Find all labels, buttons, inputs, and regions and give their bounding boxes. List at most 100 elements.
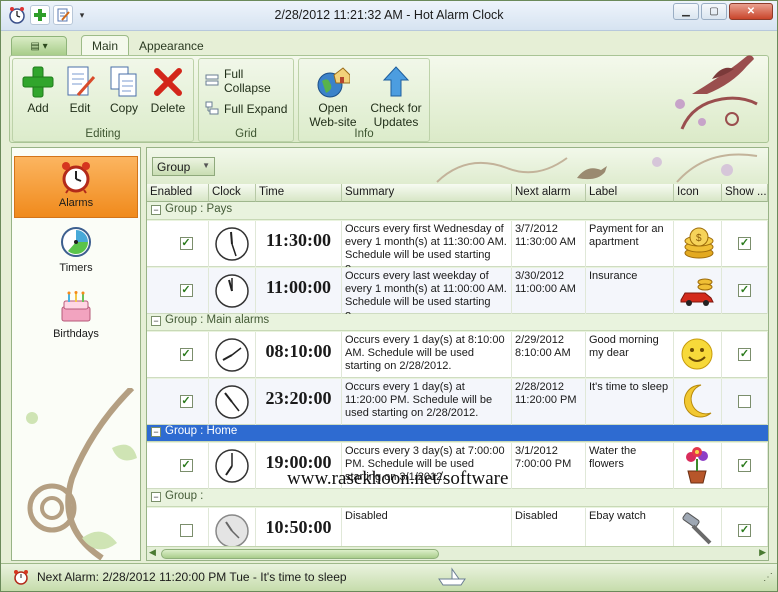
enabled-cell[interactable]: ✓ [164, 268, 209, 314]
column-header-time[interactable]: Time [256, 184, 342, 202]
collapse-toggle-icon[interactable]: − [151, 427, 161, 437]
minimize-button[interactable]: ▁ [673, 3, 699, 20]
ribbon: Add Edit Copy Delete Editing Full Collap… [9, 55, 769, 143]
enabled-checkbox[interactable]: ✓ [179, 237, 193, 250]
nav-item-timers[interactable]: Timers [14, 222, 138, 284]
column-header-label[interactable]: Label [586, 184, 674, 202]
enabled-checkbox[interactable]: ✓ [179, 284, 193, 297]
summary-cell: Occurs every first Wednesday of every 1 … [342, 221, 512, 267]
enabled-cell[interactable]: ✓ [164, 443, 209, 489]
show-checkbox[interactable]: ✓ [738, 284, 751, 297]
analog-clock-icon [215, 227, 249, 261]
group-row-unnamed[interactable]: − Group : [147, 490, 768, 507]
next-alarm-cell: 3/1/2012 7:00:00 PM [512, 443, 586, 489]
application-menu-button[interactable]: ▤ ▾ [11, 36, 67, 56]
status-text: Next Alarm: 2/28/2012 11:20:00 PM Tue - … [37, 570, 347, 584]
nav-item-alarms[interactable]: Alarms [14, 156, 138, 218]
group-row-main-alarms[interactable]: − Group : Main alarms [147, 314, 768, 331]
time-cell: 11:00:00 [256, 268, 342, 314]
grid-group: Full Collapse Full Expand Grid [198, 58, 294, 142]
collapse-toggle-icon[interactable]: − [151, 492, 161, 502]
collapse-icon [205, 73, 219, 90]
column-header-next-alarm[interactable]: Next alarm [512, 184, 586, 202]
column-header-icon[interactable]: Icon [674, 184, 722, 202]
enabled-checkbox[interactable]: ✓ [179, 459, 193, 472]
enabled-cell[interactable]: ✓ [164, 332, 209, 378]
delete-x-icon [143, 63, 193, 101]
status-alarm-icon [13, 569, 29, 588]
show-checkbox[interactable]: ✓ [738, 348, 751, 361]
edit-button[interactable]: Edit [55, 63, 105, 115]
icon-cell [674, 379, 722, 425]
show-checkbox[interactable]: ✓ [738, 459, 751, 472]
column-header-summary[interactable]: Summary [342, 184, 512, 202]
scrollbar-thumb[interactable] [161, 549, 439, 559]
sun-smile-icon [681, 338, 713, 370]
show-checkbox[interactable]: ✓ [738, 237, 751, 250]
resize-grip-icon[interactable]: ⋰ [763, 572, 773, 583]
analog-clock-icon [215, 449, 249, 483]
enabled-checkbox[interactable]: ✓ [179, 395, 193, 408]
show-cell[interactable]: ✓ [722, 268, 768, 314]
enabled-checkbox[interactable]: ✓ [179, 348, 193, 361]
column-header-clock[interactable]: Clock [209, 184, 256, 202]
label-cell: Insurance [586, 268, 674, 314]
check-updates-button[interactable]: Check for Updates [365, 63, 427, 129]
enabled-cell[interactable]: ✓ [164, 221, 209, 267]
watermark-text: www.rasekhoon.net/software [287, 468, 509, 489]
tab-appearance[interactable]: Appearance [129, 36, 214, 56]
column-header-show[interactable]: Show ... [722, 184, 768, 202]
time-cell: 08:10:00 [256, 332, 342, 378]
label-cell: Payment for an apartment [586, 221, 674, 267]
full-expand-button[interactable]: Full Expand [205, 99, 287, 119]
full-expand-label: Full Expand [224, 102, 288, 116]
analog-clock-icon [215, 514, 249, 548]
tab-main[interactable]: Main [81, 35, 130, 56]
show-cell[interactable]: ✓ [722, 332, 768, 378]
group-by-dropdown[interactable]: Group ▼ [152, 157, 215, 176]
group-header-text: Group : Main alarms [165, 314, 270, 326]
coins-icon: $ [684, 227, 714, 259]
full-collapse-button[interactable]: Full Collapse [205, 67, 293, 95]
horizontal-scrollbar[interactable]: ◀ ▶ [147, 546, 768, 560]
show-checkbox[interactable] [738, 395, 751, 408]
scroll-right-icon[interactable]: ▶ [759, 547, 766, 558]
enabled-cell[interactable]: ✓ [164, 379, 209, 425]
status-bar: Next Alarm: 2/28/2012 11:20:00 PM Tue - … [1, 563, 777, 591]
timer-icon [14, 222, 138, 262]
car-coins-icon [680, 278, 714, 306]
close-button[interactable]: ✕ [729, 3, 773, 20]
show-cell[interactable]: ✓ [722, 443, 768, 489]
open-website-button[interactable]: Open Web-site [305, 63, 361, 129]
table-row[interactable]: ✓ 08:10:00 Occurs every 1 day(s) at 8:10… [147, 332, 768, 378]
copy-icon [99, 63, 149, 101]
up-arrow-icon [365, 63, 427, 101]
check-updates-label-line2: Updates [373, 115, 419, 129]
maximize-button[interactable]: ▢ [701, 3, 727, 20]
copy-button[interactable]: Copy [99, 63, 149, 115]
scroll-left-icon[interactable]: ◀ [149, 547, 156, 558]
edit-doc-icon [55, 63, 105, 101]
table-row[interactable]: ✓ 11:30:00 Occurs every first Wednesday … [147, 221, 768, 267]
title-bar: ▾ 2/28/2012 11:21:32 AM - Hot Alarm Cloc… [1, 1, 777, 31]
collapse-toggle-icon[interactable]: − [151, 205, 161, 215]
icon-cell: $ [674, 221, 722, 267]
show-checkbox[interactable]: ✓ [738, 524, 751, 537]
delete-button[interactable]: Delete [143, 63, 193, 115]
group-header-text: Group : Home [165, 425, 238, 437]
summary-cell: Occurs every last weekday of every 1 mon… [342, 268, 512, 314]
expand-icon [205, 101, 219, 118]
show-cell[interactable] [722, 379, 768, 425]
globe-house-icon [305, 63, 361, 101]
group-row-pays[interactable]: − Group : Pays [147, 203, 768, 220]
table-row[interactable]: ✓ 11:00:00 Occurs every last weekday of … [147, 268, 768, 314]
enabled-checkbox[interactable] [179, 524, 193, 537]
table-row[interactable]: ✓ 23:20:00 Occurs every 1 day(s) at 11:2… [147, 379, 768, 425]
icon-cell [674, 443, 722, 489]
nav-item-birthdays[interactable]: Birthdays [14, 288, 138, 350]
column-header-enabled[interactable]: Enabled [147, 184, 209, 202]
collapse-toggle-icon[interactable]: − [151, 316, 161, 326]
navigation-pane: Alarms Timers Birthdays [11, 147, 141, 561]
group-row-home[interactable]: − Group : Home [147, 425, 768, 442]
show-cell[interactable]: ✓ [722, 221, 768, 267]
